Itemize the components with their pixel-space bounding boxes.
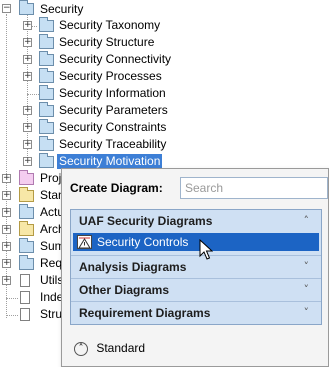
create-diagram-label: Create Diagram: [70,181,163,195]
section-other-diagrams[interactable]: Other Diagrams ˅ [71,278,321,300]
tree-node-security-traceability[interactable]: Security Traceability [59,137,166,152]
mouse-pointer-icon [199,238,214,264]
tree-node-proj[interactable]: Proj [40,171,61,186]
document-icon [20,291,30,304]
package-icon [19,204,34,219]
package-icon [39,85,54,100]
tree-guide [6,14,7,318]
package-icon [39,119,54,134]
expand-toggle[interactable]: + [23,123,32,132]
package-icon [39,136,54,151]
expand-toggle[interactable]: + [2,242,11,251]
document-icon [20,308,30,321]
package-icon [19,187,34,202]
tree-node-security-processes[interactable]: Security Processes [59,69,162,84]
tree-node-inde[interactable]: Inde [40,290,63,305]
package-icon [19,0,34,15]
package-icon [39,51,54,66]
tree-node-security-information[interactable]: Security Information [59,86,166,101]
package-icon [19,221,34,236]
expand-section-icon[interactable]: ˅ [304,256,310,278]
package-icon [39,102,54,117]
expand-toggle[interactable]: + [2,225,11,234]
tree-node-utils[interactable]: Utils [40,273,63,288]
expand-section-icon[interactable]: ˅ [304,279,310,301]
expand-toggle[interactable]: + [23,72,32,81]
package-icon [19,255,34,270]
package-icon [19,170,34,185]
package-icon [39,68,54,83]
tree-node-security-parameters[interactable]: Security Parameters [59,103,168,118]
expand-toggle[interactable]: + [2,191,11,200]
diagram-item-label: Security Controls [97,235,189,249]
diagram-list-panel: UAF Security Diagrams ˄ Security Control… [70,209,322,325]
document-icon [20,274,30,287]
diagram-item-security-controls[interactable]: Security Controls [73,233,319,251]
section-uaf-security-diagrams[interactable]: UAF Security Diagrams ˄ [71,210,321,232]
expand-toggle[interactable]: + [23,140,32,149]
section-title: Other Diagrams [79,283,170,297]
expand-toggle[interactable]: + [23,55,32,64]
collapse-toggle[interactable]: − [2,4,11,13]
standard-label: Standard [96,341,146,355]
tree-guide [6,298,18,299]
tree-node-security-connectivity[interactable]: Security Connectivity [59,52,171,67]
expand-section-icon[interactable]: ˅ [304,302,310,324]
collapse-section-icon[interactable]: ˄ [304,210,310,232]
package-icon [39,153,54,168]
expand-toggle[interactable]: + [2,259,11,268]
expand-toggle[interactable]: + [2,174,11,183]
tree-node-security-constraints[interactable]: Security Constraints [59,120,166,135]
tree-node-stru[interactable]: Stru [40,307,62,322]
expand-toggle[interactable]: + [2,208,11,217]
chevron-up-circle-icon: ˄ [74,341,88,356]
expand-toggle[interactable]: + [23,106,32,115]
tree-node-security-motivation[interactable]: Security Motivation [57,154,163,169]
section-title: Requirement Diagrams [79,306,211,320]
create-diagram-row: Create Diagram: [70,177,328,199]
tree-node-security-taxonomy[interactable]: Security Taxonomy [59,18,160,33]
section-title: UAF Security Diagrams [79,214,213,228]
package-icon [19,238,34,253]
section-requirement-diagrams[interactable]: Requirement Diagrams ˅ [71,301,321,323]
diagram-type-icon [77,235,92,249]
section-analysis-diagrams[interactable]: Analysis Diagrams ˅ [71,255,321,277]
package-icon [39,17,54,32]
expand-toggle[interactable]: + [2,276,11,285]
expand-toggle[interactable]: + [23,21,32,30]
tree-guide [27,94,39,95]
create-diagram-popup: Create Diagram: UAF Security Diagrams ˄ … [61,168,329,367]
tree-guide [6,315,18,316]
expand-toggle[interactable]: + [23,157,32,166]
tree-node-security[interactable]: Security [40,2,83,17]
package-icon [39,34,54,49]
tree-node-security-structure[interactable]: Security Structure [59,35,154,50]
expand-toggle[interactable]: + [23,38,32,47]
standard-toggle[interactable]: ˄ Standard [74,339,145,357]
search-input[interactable] [180,177,328,199]
section-title: Analysis Diagrams [79,260,187,274]
